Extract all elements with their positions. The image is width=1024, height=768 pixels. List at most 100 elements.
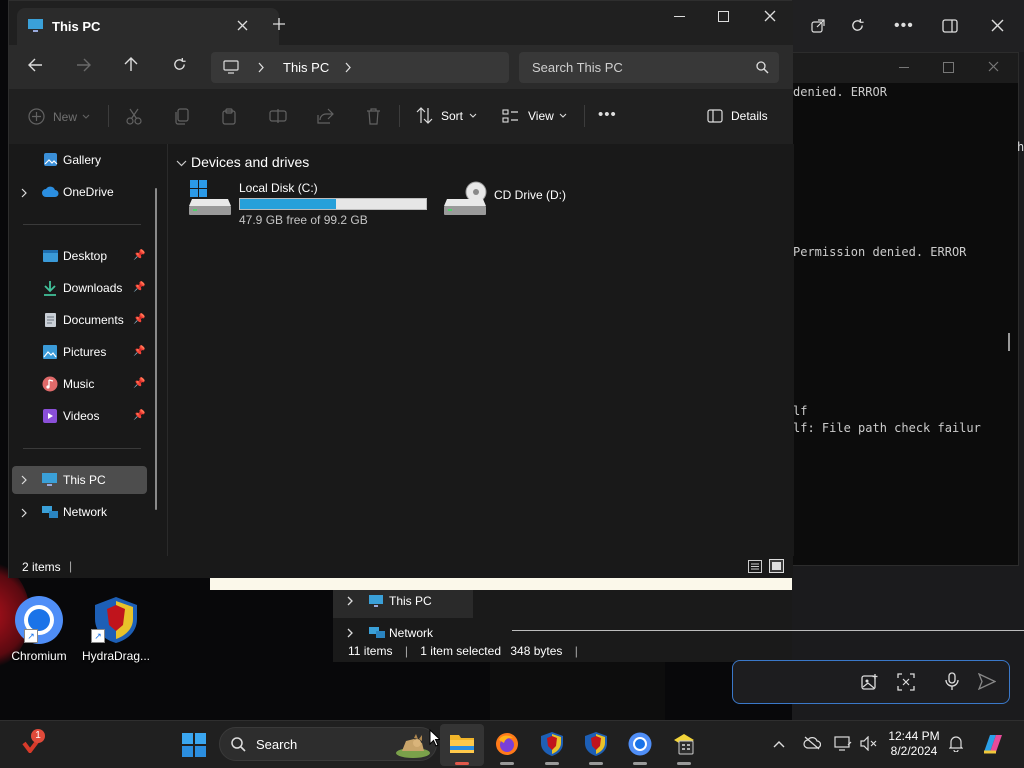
notification-app-button[interactable]: 1	[20, 729, 48, 757]
taskbar-calculator-app[interactable]	[669, 727, 699, 765]
nav-label: This PC	[63, 473, 106, 487]
nav-label: Videos	[63, 409, 100, 423]
notification-badge: 1	[31, 729, 45, 743]
cut-icon[interactable]	[126, 108, 142, 125]
more-options-icon[interactable]: •••	[894, 17, 914, 35]
see-more-icon[interactable]: •••	[598, 106, 617, 123]
nav-item-gallery[interactable]: Gallery	[9, 150, 147, 172]
monitor-icon	[27, 18, 44, 33]
hydradragon-icon	[584, 731, 608, 757]
close-icon[interactable]	[764, 10, 776, 22]
taskbar-search[interactable]: Search	[219, 727, 437, 761]
close-tab-icon[interactable]	[237, 20, 248, 31]
chevron-right-icon[interactable]	[345, 628, 355, 638]
address-bar[interactable]: This PC	[211, 52, 509, 83]
copilot-icon[interactable]	[980, 732, 1006, 756]
microphone-icon[interactable]	[945, 672, 959, 691]
copy-icon[interactable]	[174, 108, 189, 125]
taskbar-file-explorer[interactable]	[440, 724, 484, 766]
send-icon[interactable]	[978, 673, 996, 690]
nav-item-pictures[interactable]: Pictures 📌	[9, 342, 147, 364]
display-icon[interactable]	[834, 736, 852, 751]
new-label: New	[53, 110, 78, 124]
refresh-icon[interactable]	[850, 18, 865, 33]
refresh-icon[interactable]	[172, 57, 187, 72]
bg-nav-this-pc[interactable]: This PC	[389, 594, 432, 608]
minimize-icon[interactable]	[674, 16, 685, 17]
chromium-icon: ↗	[14, 595, 64, 645]
clock-date: 8/2/2024	[890, 744, 938, 758]
taskbar-search-label: Search	[256, 737, 298, 752]
onedrive-offline-icon[interactable]	[803, 736, 821, 750]
nav-label: Downloads	[63, 281, 123, 295]
share-icon[interactable]	[317, 108, 334, 124]
nav-label: Pictures	[63, 345, 107, 359]
paste-icon[interactable]	[222, 108, 236, 125]
new-tab-icon[interactable]	[273, 18, 285, 30]
group-title: Devices and drives	[191, 154, 310, 170]
pin-icon[interactable]: 📌	[133, 250, 145, 261]
volume-muted-icon[interactable]	[860, 736, 878, 751]
notification-bell-icon[interactable]	[949, 735, 963, 752]
bg-nav-network[interactable]: Network	[389, 626, 433, 640]
taskbar-clock[interactable]: 12:44 PM 8/2/2024	[884, 729, 944, 759]
maximize-icon[interactable]	[943, 62, 954, 73]
delete-icon[interactable]	[366, 108, 381, 125]
terminal-scrollbar[interactable]	[1008, 333, 1010, 351]
nav-scrollbar[interactable]	[155, 188, 157, 510]
drive-cd-d[interactable]: CD Drive (D:)	[443, 180, 613, 220]
chevron-right-icon[interactable]	[21, 188, 28, 198]
nav-item-documents[interactable]: Documents 📌	[9, 310, 147, 332]
nav-item-desktop[interactable]: Desktop 📌	[9, 246, 147, 268]
open-in-new-icon[interactable]	[811, 19, 825, 33]
breadcrumb-this-pc[interactable]: This PC	[283, 60, 329, 75]
chevron-right-icon[interactable]	[21, 508, 28, 518]
nav-label: Desktop	[63, 249, 108, 263]
pin-icon[interactable]: 📌	[133, 378, 145, 389]
search-icon[interactable]	[756, 61, 769, 74]
drive-local-disk-c[interactable]: Local Disk (C:) 47.9 GB free of 99.2 GB	[188, 180, 438, 228]
chevron-up-icon[interactable]	[773, 740, 785, 748]
maximize-icon[interactable]	[718, 11, 729, 22]
desktop-icon-hydradragon[interactable]: ↗ HydraDrag...	[78, 595, 154, 663]
pin-icon[interactable]: 📌	[133, 282, 145, 293]
minimize-icon[interactable]	[899, 67, 909, 68]
nav-item-network[interactable]: Network	[9, 502, 147, 524]
chevron-down-icon	[559, 113, 567, 118]
windows-drive-icon	[188, 180, 232, 216]
tiles-view-icon[interactable]	[769, 559, 784, 573]
details-view-icon[interactable]	[748, 560, 762, 573]
taskbar-firefox[interactable]	[492, 727, 522, 765]
chat-input-box[interactable]	[732, 660, 1010, 704]
chevron-right-icon[interactable]	[21, 475, 28, 485]
image-add-icon[interactable]	[861, 673, 879, 691]
chevron-right-icon[interactable]	[257, 62, 265, 73]
nav-item-downloads[interactable]: Downloads 📌	[9, 278, 147, 300]
clock-time: 12:44 PM	[888, 729, 940, 743]
forward-arrow-icon[interactable]	[76, 58, 91, 72]
desktop-icon-chromium[interactable]: ↗ Chromium	[1, 595, 77, 663]
pin-icon[interactable]: 📌	[133, 346, 145, 357]
taskbar-hydradragon-2[interactable]	[581, 727, 611, 765]
close-icon[interactable]	[991, 19, 1004, 32]
nav-label: Documents	[63, 313, 124, 327]
chevron-right-icon[interactable]	[345, 596, 355, 606]
tab-this-pc[interactable]: This PC	[17, 8, 279, 45]
search-input[interactable]: Search This PC	[519, 52, 779, 83]
nav-item-videos[interactable]: Videos 📌	[9, 406, 147, 428]
nav-item-onedrive[interactable]: OneDrive	[9, 182, 147, 204]
pin-icon[interactable]: 📌	[133, 314, 145, 325]
nav-item-this-pc[interactable]: This PC	[12, 466, 147, 494]
chevron-right-icon[interactable]	[344, 62, 352, 73]
taskbar-chromium[interactable]	[625, 727, 655, 765]
screenshot-icon[interactable]	[897, 673, 915, 691]
back-arrow-icon[interactable]	[28, 58, 43, 72]
sidebar-toggle-icon[interactable]	[942, 19, 958, 33]
close-icon[interactable]	[988, 61, 999, 72]
up-arrow-icon[interactable]	[124, 56, 138, 72]
pin-icon[interactable]: 📌	[133, 410, 145, 421]
rename-icon[interactable]	[269, 108, 287, 124]
taskbar-hydradragon-1[interactable]	[537, 727, 567, 765]
windows-start-icon[interactable]	[182, 733, 206, 757]
nav-item-music[interactable]: Music 📌	[9, 374, 147, 396]
